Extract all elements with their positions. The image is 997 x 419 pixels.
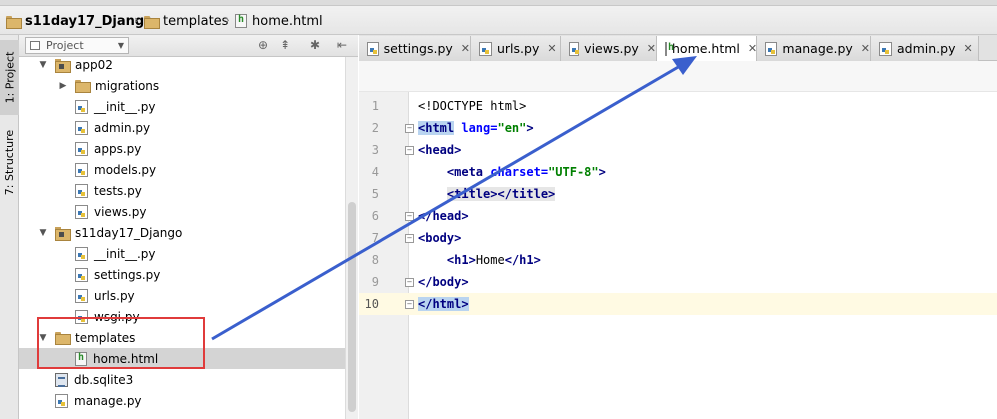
package-dot-icon <box>59 231 64 237</box>
annotation-arrow <box>211 56 697 341</box>
package-dot-icon <box>59 63 64 69</box>
